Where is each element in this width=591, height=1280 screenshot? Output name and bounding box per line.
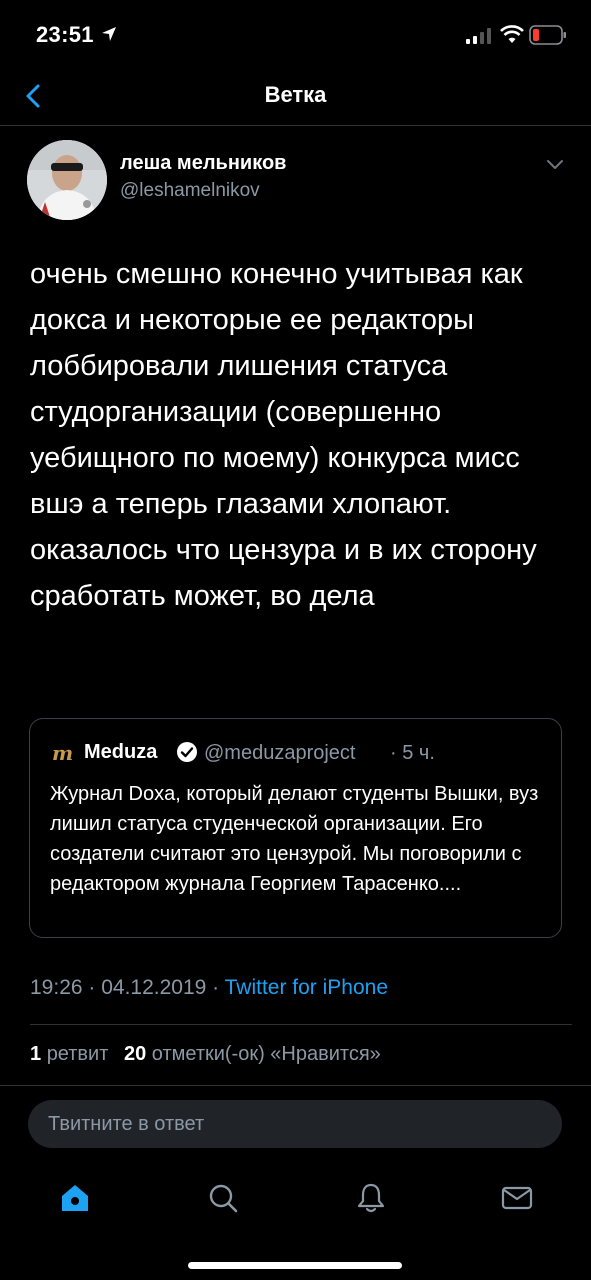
- tweet-meta: 19:26 · 04.12.2019 · Twitter for iPhone: [30, 976, 388, 1000]
- retweets-count: 1: [30, 1043, 42, 1065]
- quoted-tweet[interactable]: m Meduza @meduzaproject · 5 ч. Журнал Do…: [29, 718, 562, 938]
- cellular-signal-icon: [466, 28, 491, 44]
- messages-icon[interactable]: [500, 1181, 534, 1215]
- search-icon[interactable]: [206, 1181, 240, 1215]
- nav-bar: Ветка: [0, 70, 591, 126]
- quote-text: Журнал Doxa, который делают студенты Выш…: [50, 783, 539, 895]
- tweet-text: очень смешно конечно учитывая как докса …: [30, 258, 537, 612]
- avatar[interactable]: [27, 140, 107, 220]
- reply-input[interactable]: [28, 1100, 562, 1148]
- tab-bar: [0, 1165, 591, 1235]
- quote-author-name: Meduza: [84, 741, 158, 763]
- tweet-timestamp: 19:26 · 04.12.2019 ·: [30, 976, 225, 999]
- home-icon[interactable]: [58, 1181, 92, 1215]
- battery-low-icon: [529, 25, 566, 45]
- verified-badge-icon: [177, 742, 197, 762]
- author-name[interactable]: леша мельников: [120, 152, 286, 175]
- page-title: Ветка: [264, 82, 327, 107]
- notifications-icon[interactable]: [354, 1181, 388, 1215]
- retweets-label: ретвит: [46, 1043, 109, 1065]
- wifi-icon: [500, 25, 524, 43]
- status-time: 23:51: [36, 22, 94, 47]
- tweet-source-link[interactable]: Twitter for iPhone: [225, 976, 388, 999]
- likes-count: 20: [123, 1043, 147, 1065]
- likes-label: отметки(-ок) «Нравится»: [151, 1043, 381, 1065]
- chevron-down-icon[interactable]: [545, 158, 565, 172]
- status-bar: 23:51: [0, 0, 591, 70]
- retweets-stat[interactable]: 1 ретвит: [30, 1043, 108, 1065]
- likes-stat[interactable]: 20 отметки(-ок) «Нравится»: [124, 1043, 381, 1065]
- location-arrow-icon: [102, 27, 116, 41]
- home-indicator[interactable]: [188, 1262, 402, 1269]
- reply-bar: [0, 1085, 591, 1157]
- meduza-logo: m: [52, 741, 74, 765]
- divider: [30, 1024, 572, 1025]
- quote-author-handle: @meduzaproject: [204, 742, 356, 764]
- tweet-stats: 1 ретвит 20 отметки(-ок) «Нравится»: [30, 1043, 391, 1066]
- quote-time: · 5 ч.: [390, 742, 435, 764]
- author-handle[interactable]: @leshamelnikov: [120, 180, 260, 202]
